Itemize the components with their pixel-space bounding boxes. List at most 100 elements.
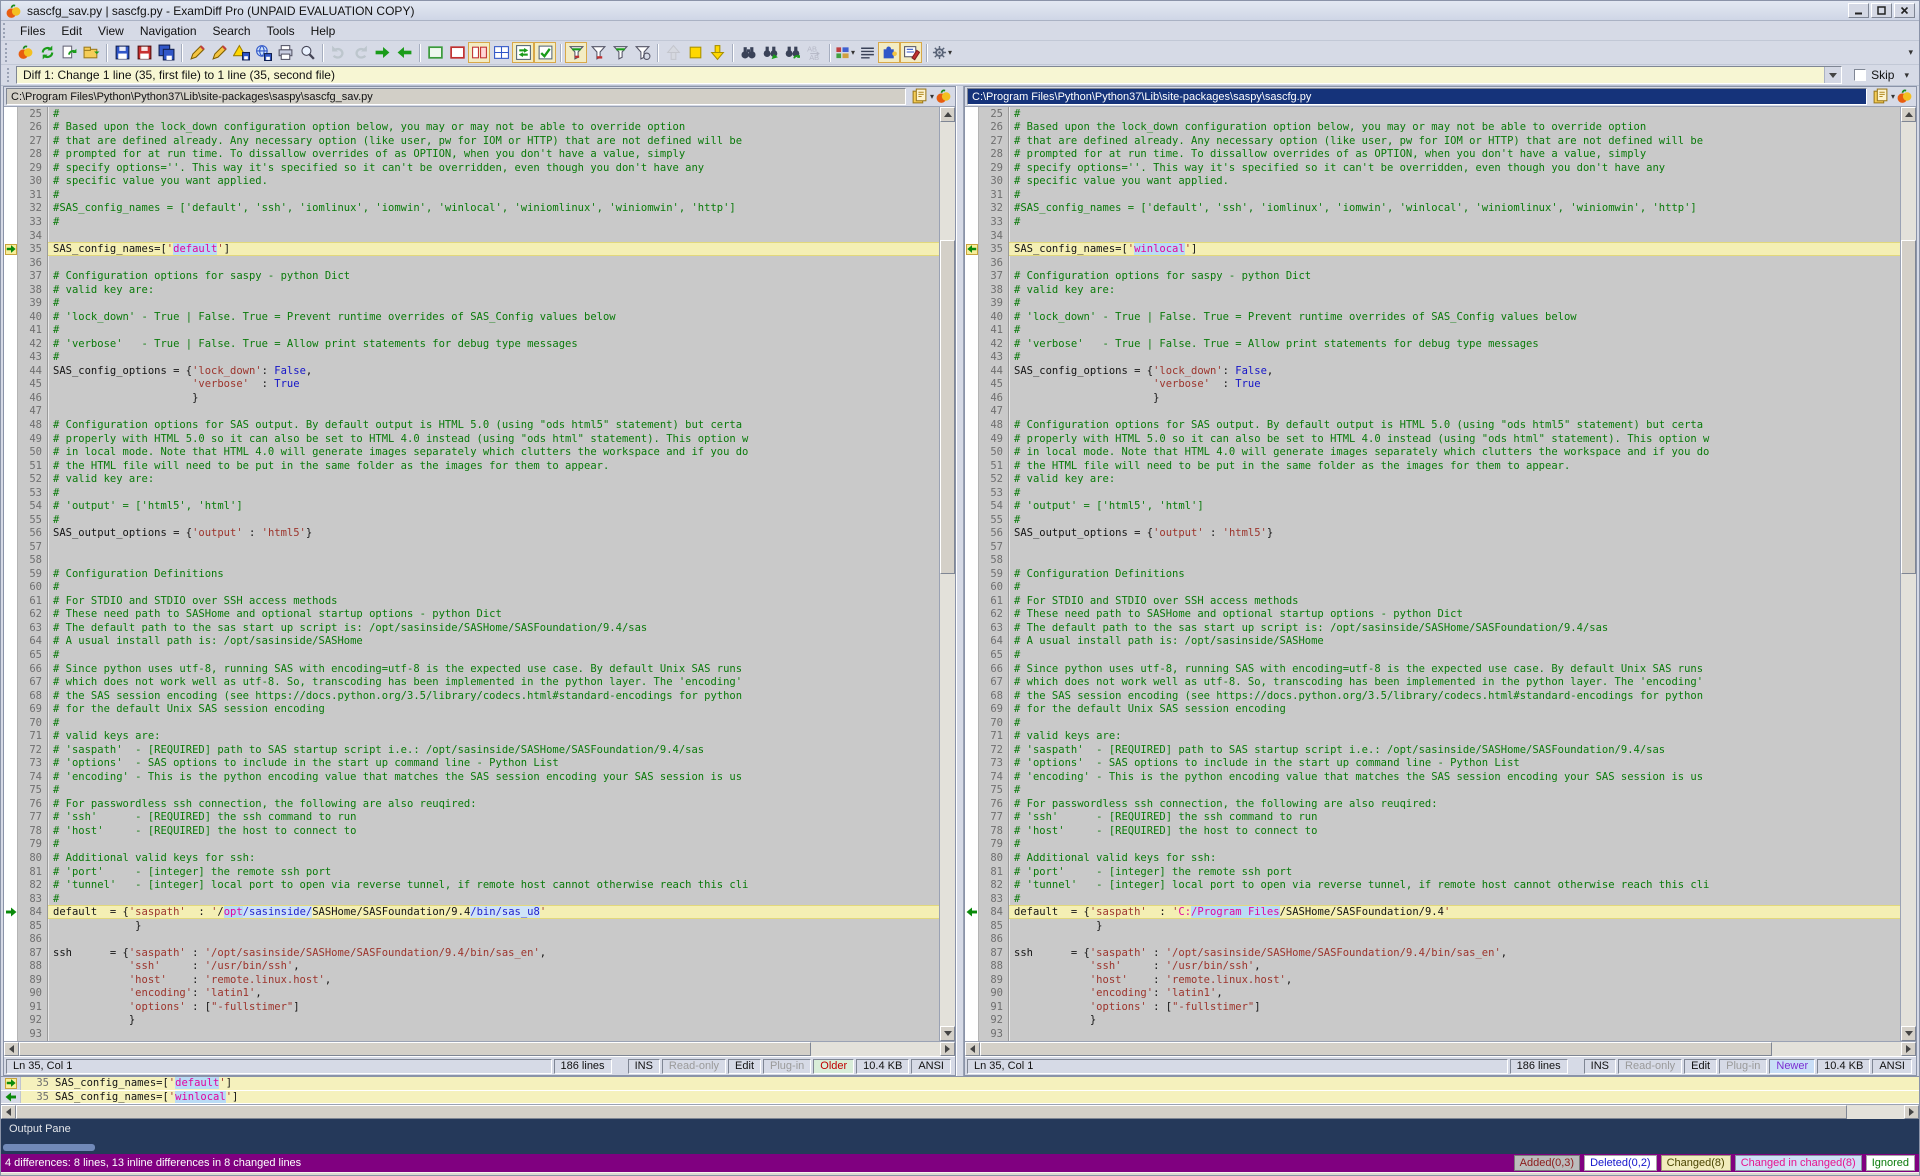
code-text[interactable]: # Based upon the lock_down configuration… xyxy=(48,121,939,135)
diff-marker-icon[interactable] xyxy=(966,244,978,255)
edit-first-icon[interactable] xyxy=(186,42,208,63)
vertical-scroll-thumb[interactable] xyxy=(1901,240,1916,574)
code-text[interactable]: # xyxy=(48,324,939,338)
code-text[interactable]: # 'host' - [REQUIRED] the host to connec… xyxy=(1009,824,1900,838)
compare-icon[interactable] xyxy=(14,42,36,63)
code-text[interactable]: # 'encoding' - This is the python encodi… xyxy=(48,770,939,784)
code-text[interactable]: # Configuration options for SAS output. … xyxy=(1009,418,1900,432)
code-text[interactable]: # the SAS session encoding (see https://… xyxy=(48,689,939,703)
code-text[interactable]: } xyxy=(48,1014,939,1028)
code-text[interactable]: # Configuration options for SAS output. … xyxy=(48,418,939,432)
code-text[interactable]: # 'encoding' - This is the python encodi… xyxy=(1009,770,1900,784)
code-text[interactable]: # For passwordless ssh connection, the f… xyxy=(48,797,939,811)
diff-lines-horizontal-scrollbar[interactable] xyxy=(1,1104,1919,1119)
horizontal-scroll-thumb[interactable] xyxy=(16,1105,1847,1119)
code-text[interactable]: 'ssh' : '/usr/bin/ssh', xyxy=(48,959,939,973)
menu-grip[interactable] xyxy=(3,23,8,38)
close-button[interactable] xyxy=(1894,3,1915,18)
code-text[interactable]: # which does not work well as utf-8. So,… xyxy=(48,675,939,689)
customize-icon[interactable] xyxy=(900,42,922,63)
code-text[interactable]: ssh = {'saspath' : '/opt/sasinside/SASHo… xyxy=(48,946,939,960)
code-text[interactable]: } xyxy=(1009,1014,1900,1028)
undo-icon[interactable] xyxy=(327,42,349,63)
minimize-button[interactable] xyxy=(1848,3,1869,18)
code-text[interactable] xyxy=(1009,256,1900,270)
code-text[interactable]: } xyxy=(1009,391,1900,405)
diff-marker-icon[interactable] xyxy=(5,244,17,255)
code-text[interactable]: # for the default Unix SAS session encod… xyxy=(1009,702,1900,716)
replace-icon[interactable]: ABAB xyxy=(803,42,825,63)
code-text[interactable] xyxy=(48,229,939,243)
print-preview-icon[interactable] xyxy=(296,42,318,63)
code-text[interactable]: # For passwordless ssh connection, the f… xyxy=(1009,797,1900,811)
code-text[interactable]: # xyxy=(48,784,939,798)
find-next-icon[interactable] xyxy=(759,42,781,63)
code-text[interactable] xyxy=(1009,932,1900,946)
code-text[interactable]: } xyxy=(48,919,939,933)
second-file-save-icon[interactable] xyxy=(1871,86,1890,107)
maximize-button[interactable] xyxy=(1871,3,1892,18)
second-file-vertical-scrollbar[interactable] xyxy=(1900,107,1916,1041)
code-text[interactable]: # A usual install path is: /opt/sasinsid… xyxy=(1009,635,1900,649)
edit-second-icon[interactable] xyxy=(208,42,230,63)
code-text[interactable]: # Configuration options for saspy - pyth… xyxy=(48,269,939,283)
scroll-down-button[interactable] xyxy=(1901,1026,1916,1041)
menu-navigation[interactable]: Navigation xyxy=(132,22,205,40)
code-text[interactable]: SAS_config_options = {'lock_down': False… xyxy=(48,364,939,378)
current-diff-icon[interactable] xyxy=(684,42,706,63)
show-panes-icon[interactable] xyxy=(490,42,512,63)
scroll-left-button[interactable] xyxy=(4,1042,19,1056)
code-text[interactable]: # 'output' = ['html5', 'html'] xyxy=(1009,499,1900,513)
code-text[interactable] xyxy=(48,1027,939,1041)
code-text[interactable]: # xyxy=(1009,107,1900,121)
code-text[interactable]: # 'port' - [integer] the remote ssh port xyxy=(48,865,939,879)
code-text[interactable]: # These need path to SASHome and optiona… xyxy=(1009,608,1900,622)
code-text[interactable]: # valid keys are: xyxy=(1009,729,1900,743)
code-text[interactable]: # xyxy=(48,351,939,365)
code-text[interactable]: # xyxy=(48,838,939,852)
filter-changed-icon[interactable] xyxy=(609,42,631,63)
code-text[interactable]: # Configuration Definitions xyxy=(48,567,939,581)
view-options-icon[interactable]: ▾ xyxy=(834,42,856,63)
code-text[interactable]: 'verbose' : True xyxy=(1009,378,1900,392)
code-text[interactable]: # 'lock_down' - True | False. True = Pre… xyxy=(48,310,939,324)
code-text[interactable]: # 'options' - SAS options to include in … xyxy=(1009,757,1900,771)
code-text[interactable]: # These need path to SASHome and optiona… xyxy=(48,608,939,622)
code-text[interactable]: # specify options=''. This way it's spec… xyxy=(1009,161,1900,175)
code-text[interactable]: # valid key are: xyxy=(48,472,939,486)
code-text[interactable] xyxy=(1009,540,1900,554)
code-text[interactable]: # xyxy=(48,486,939,500)
code-text[interactable]: # xyxy=(1009,838,1900,852)
code-text[interactable]: #SAS_config_names = ['default', 'ssh', '… xyxy=(48,202,939,216)
scroll-right-button[interactable] xyxy=(940,1042,955,1056)
menu-tools[interactable]: Tools xyxy=(259,22,303,40)
next-diff-icon[interactable] xyxy=(706,42,728,63)
code-text[interactable]: # valid key are: xyxy=(48,283,939,297)
code-text[interactable]: # xyxy=(48,716,939,730)
diff-marker-icon[interactable] xyxy=(5,907,17,918)
code-text[interactable]: # specify options=''. This way it's spec… xyxy=(48,161,939,175)
code-text[interactable]: SAS_config_options = {'lock_down': False… xyxy=(1009,364,1900,378)
code-text[interactable]: # for the default Unix SAS session encod… xyxy=(48,702,939,716)
filter-custom-icon[interactable] xyxy=(631,42,653,63)
code-text[interactable]: # the HTML file will need to be put in t… xyxy=(1009,459,1900,473)
code-text[interactable]: } xyxy=(1009,919,1900,933)
code-text[interactable]: # xyxy=(1009,486,1900,500)
scroll-right-button[interactable] xyxy=(1901,1042,1916,1056)
code-text[interactable]: # Based upon the lock_down configuration… xyxy=(1009,121,1900,135)
code-text[interactable]: # xyxy=(1009,716,1900,730)
code-text[interactable]: # 'ssh' - [REQUIRED] the ssh command to … xyxy=(48,811,939,825)
scroll-left-button[interactable] xyxy=(965,1042,980,1056)
code-text[interactable]: # in local mode. Note that HTML 4.0 will… xyxy=(48,445,939,459)
code-text[interactable] xyxy=(1009,1027,1900,1041)
menu-help[interactable]: Help xyxy=(303,22,344,40)
code-text[interactable]: # that are defined already. Any necessar… xyxy=(1009,134,1900,148)
copy-left-to-right-icon[interactable] xyxy=(371,42,393,63)
code-text[interactable]: 'options' : ["-fullstimer"] xyxy=(48,1000,939,1014)
menu-search[interactable]: Search xyxy=(205,22,259,40)
code-text[interactable]: # A usual install path is: /opt/sasinsid… xyxy=(48,635,939,649)
code-text[interactable]: # xyxy=(1009,892,1900,906)
code-text[interactable]: SAS_output_options = {'output' : 'html5'… xyxy=(48,526,939,540)
code-text[interactable]: # xyxy=(1009,324,1900,338)
code-text[interactable]: # 'saspath' - [REQUIRED] path to SAS sta… xyxy=(1009,743,1900,757)
